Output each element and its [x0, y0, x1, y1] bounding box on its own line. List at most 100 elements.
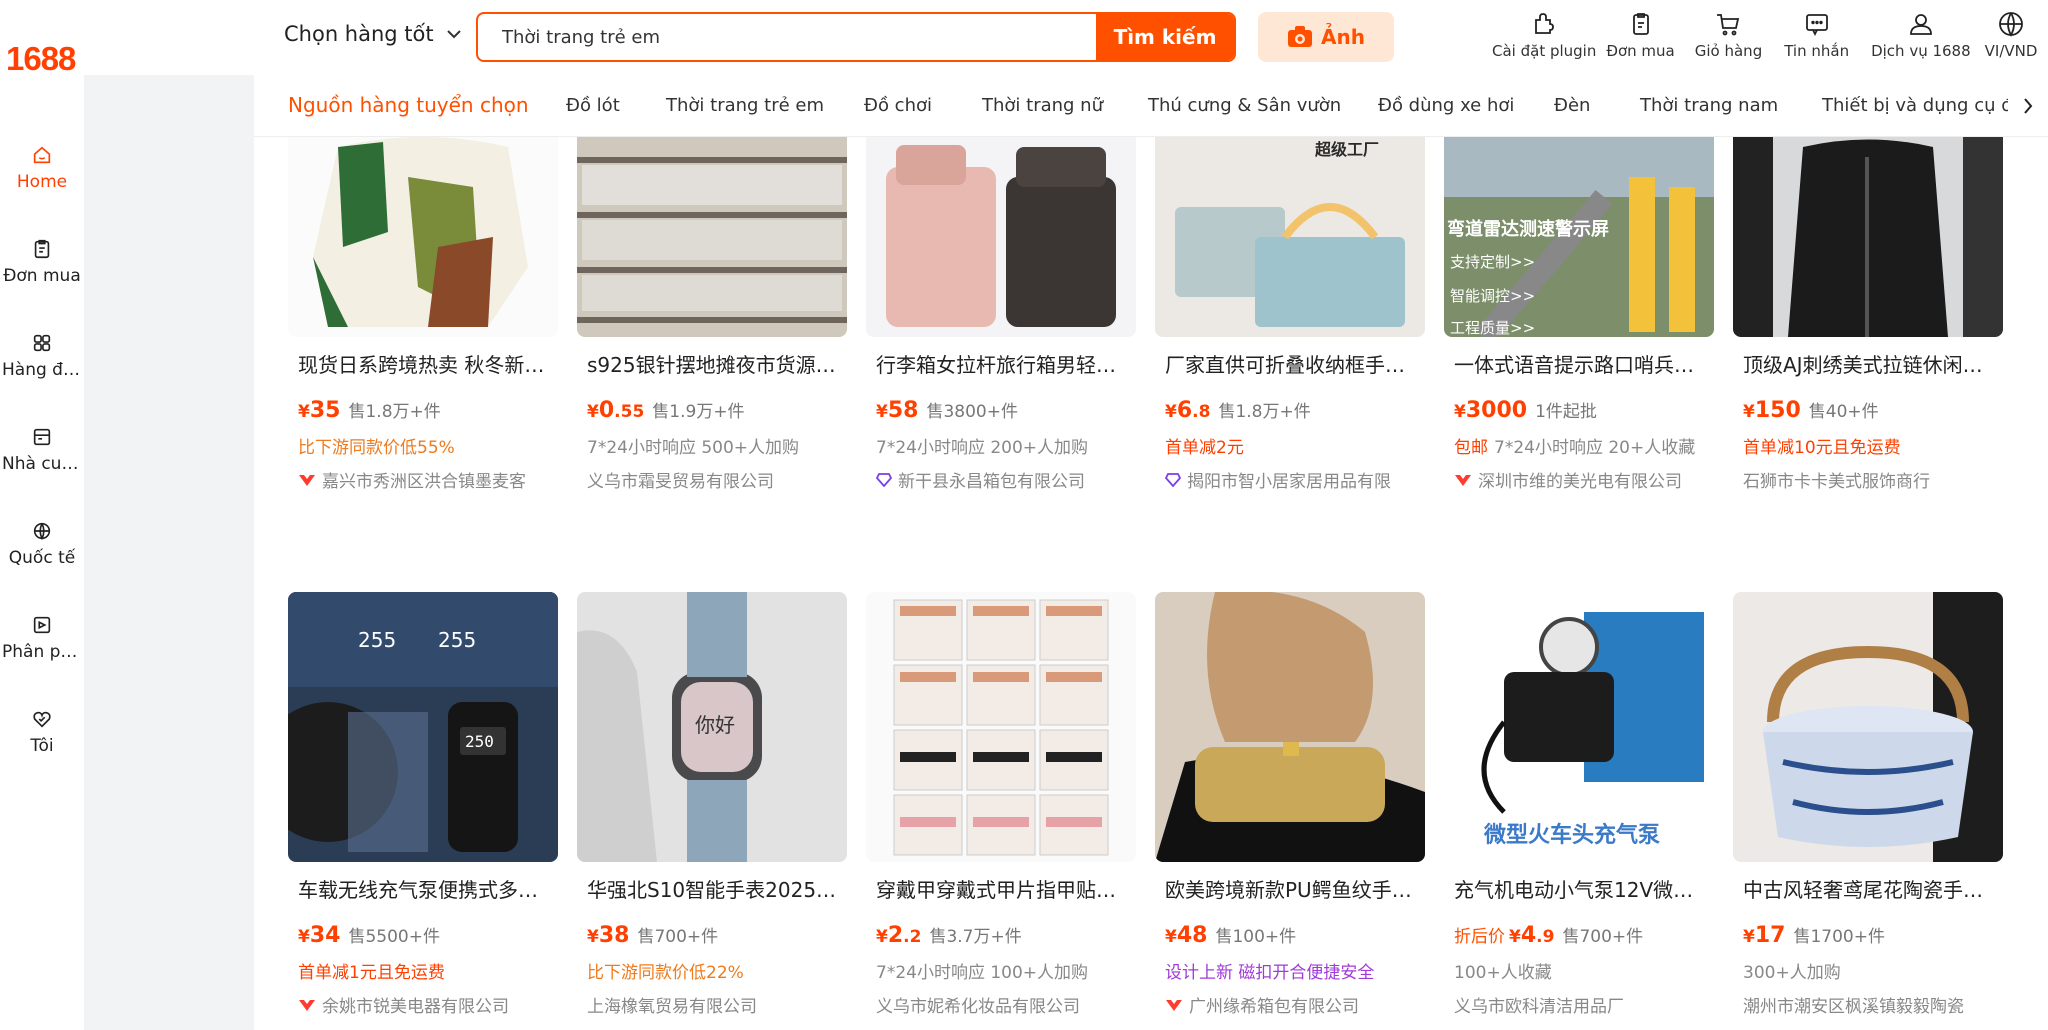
sidebar-item-label: Home	[16, 172, 68, 192]
product-card[interactable]: 255 255 250	[288, 592, 558, 862]
currency-symbol: ¥	[1743, 402, 1755, 422]
category-tab[interactable]: Đèn	[1554, 95, 1590, 116]
category-tab[interactable]: Đồ lót	[566, 95, 620, 116]
category-tab[interactable]: Thời trang nam	[1640, 95, 1778, 116]
seller-name[interactable]: 义乌市欧科清洁用品厂	[1454, 992, 1720, 1017]
product-image[interactable]	[866, 592, 1136, 862]
seller-name[interactable]: 嘉兴市秀洲区洪合镇墨麦客	[298, 467, 564, 492]
product-title[interactable]: 华强北S10智能手表2025新款	[587, 874, 845, 903]
product-image[interactable]: 你好	[577, 592, 847, 862]
header-action-label: Đơn mua	[1606, 42, 1675, 60]
product-image[interactable]: 255 255 250	[288, 592, 558, 862]
product-card[interactable]	[866, 137, 1136, 337]
sold-count: 售5500+件	[348, 927, 440, 947]
sidebar-item-label: Hàng đã xem	[2, 360, 84, 380]
currency-symbol: ¥	[1509, 927, 1521, 947]
seller-label: 潮州市潮安区枫溪镇毅毅陶瓷	[1743, 997, 1964, 1017]
product-image[interactable]	[1733, 137, 2003, 337]
promo-text: 首单减1元且免运费	[298, 963, 445, 983]
product-title[interactable]: 中古风轻奢鸢尾花陶瓷手提篮	[1743, 874, 2001, 903]
product-title[interactable]: 行李箱女拉杆旅行箱男轻便密码箱	[876, 349, 1134, 378]
category-tab[interactable]: Thời trang trẻ em	[666, 95, 824, 116]
product-title[interactable]: 一体式语音提示路口哨兵预警系统	[1454, 349, 1712, 378]
seller-name[interactable]: 潮州市潮安区枫溪镇毅毅陶瓷	[1743, 992, 2009, 1017]
sidebar-item-viewed[interactable]: Hàng đã xem	[0, 332, 84, 380]
camera-icon	[1288, 26, 1313, 47]
language-currency-link[interactable]: VI/VND	[1985, 10, 2037, 70]
product-card[interactable]	[288, 137, 558, 337]
product-title[interactable]: 欧美跨境新款PU鳄鱼纹手拿包	[1165, 874, 1423, 903]
sidebar-item-distribution[interactable]: Phân phối	[0, 614, 84, 662]
sidebar-item-orders[interactable]: Đơn mua	[0, 238, 84, 286]
product-image[interactable]	[1155, 592, 1425, 862]
seller-label: 义乌市欧科清洁用品厂	[1454, 997, 1624, 1017]
seller-badge-icon	[299, 474, 315, 486]
product-image[interactable]: 微型火车头充气泵	[1444, 592, 1714, 862]
product-title[interactable]: 充气机电动小气泵12V微型打气	[1454, 874, 1712, 903]
category-tab[interactable]: Thiết bị và dụng cụ đo	[1822, 95, 2024, 116]
product-image[interactable]: 超级工厂	[1155, 137, 1425, 337]
category-tab[interactable]: Đồ dùng xe hơi	[1378, 95, 1514, 116]
product-card[interactable]	[866, 592, 1136, 862]
product-title[interactable]: 现货日系跨境热卖 秋冬新款男士毛衣	[298, 349, 556, 378]
price-line: ¥38 售700+件	[587, 922, 718, 948]
seller-name[interactable]: 广州缘希箱包有限公司	[1165, 992, 1431, 1017]
product-card[interactable]	[577, 137, 847, 337]
product-image[interactable]	[1733, 592, 2003, 862]
seller-name[interactable]: 新干县永昌箱包有限公司	[876, 467, 1142, 492]
seller-name[interactable]: 石狮市卡卡美式服饰商行	[1743, 467, 2009, 492]
seller-label: 义乌市霜旻贸易有限公司	[587, 472, 774, 492]
header-actions: Cài đặt plugin Đơn mua Giỏ hàng Tin nhắn…	[1492, 10, 2037, 70]
product-title[interactable]: 车载无线充气泵便携式多功能	[298, 874, 556, 903]
header-orders-link[interactable]: Đơn mua	[1606, 10, 1675, 70]
product-image[interactable]	[866, 137, 1136, 337]
search-button[interactable]: Tìm kiếm	[1096, 14, 1234, 60]
sidebar-item-suppliers[interactable]: Nhà cung cấp	[0, 426, 84, 474]
category-nav: Nguồn hàng tuyển chọn Đồ lót Thời trang …	[254, 75, 2048, 137]
seller-name[interactable]: 义乌市霜旻贸易有限公司	[587, 467, 853, 492]
seller-name[interactable]: 上海橡氧贸易有限公司	[587, 992, 853, 1017]
store-icon	[33, 428, 51, 446]
seller-name[interactable]: 义乌市妮希化妆品有限公司	[876, 992, 1142, 1017]
product-card[interactable]: 微型火车头充气泵	[1444, 592, 1714, 862]
plugin-settings-link[interactable]: Cài đặt plugin	[1492, 10, 1596, 70]
product-card[interactable]	[1733, 137, 2003, 337]
messages-link[interactable]: Tin nhắn	[1784, 10, 1849, 70]
category-dropdown[interactable]: Chọn hàng tốt	[284, 22, 462, 46]
price-line: ¥17 售1700+件	[1743, 922, 1885, 948]
search-input[interactable]	[478, 14, 1098, 60]
product-image[interactable]	[577, 137, 847, 337]
svg-text:超级工厂: 超级工厂	[1314, 140, 1379, 159]
sidebar-item-international[interactable]: Quốc tế	[0, 520, 84, 568]
product-card[interactable]	[1733, 592, 2003, 862]
seller-name[interactable]: 揭阳市智小居家居用品有限	[1165, 467, 1431, 492]
category-nav-next-button[interactable]	[2008, 75, 2048, 136]
promo-text: 首单减10元且免运费	[1743, 438, 1901, 458]
seller-name[interactable]: 深圳市维的美光电有限公司	[1454, 467, 1720, 492]
sidebar-item-home[interactable]: Home	[0, 144, 84, 192]
product-card[interactable]: 弯道雷达测速警示屏 支持定制>> 智能调控>> 工程质量>>	[1444, 137, 1714, 337]
category-tab-featured[interactable]: Nguồn hàng tuyển chọn	[288, 93, 529, 117]
cart-link[interactable]: Giỏ hàng	[1695, 10, 1762, 70]
product-title[interactable]: 穿戴甲穿戴式甲片指甲贴成品	[876, 874, 1134, 903]
category-tab[interactable]: Thời trang nữ	[982, 95, 1103, 116]
sidebar-item-me[interactable]: Tôi	[0, 708, 84, 756]
category-tab[interactable]: Đồ chơi	[864, 95, 932, 116]
product-title[interactable]: 厂家直供可折叠收纳框手提篮	[1165, 349, 1423, 378]
product-card[interactable]: 你好	[577, 592, 847, 862]
product-title[interactable]: 顶级AJ刺绣美式拉链休闲夹克	[1743, 349, 2001, 378]
product-card[interactable]	[1155, 592, 1425, 862]
account-link[interactable]: Dịch vụ 1688	[1871, 10, 1971, 70]
site-logo[interactable]: 1688	[6, 40, 76, 78]
sold-count: 售1700+件	[1793, 927, 1885, 947]
category-tab[interactable]: Thú cưng & Sân vườn	[1148, 95, 1341, 116]
seller-label: 余姚市锐美电器有限公司	[322, 997, 509, 1017]
seller-badge-icon	[299, 999, 315, 1011]
product-image[interactable]	[288, 137, 558, 337]
currency-symbol: ¥	[1165, 927, 1177, 947]
seller-name[interactable]: 余姚市锐美电器有限公司	[298, 992, 564, 1017]
image-search-button[interactable]: Ảnh	[1258, 12, 1394, 62]
product-title[interactable]: s925银针摆地摊夜市货源耳环	[587, 349, 845, 378]
product-card[interactable]: 超级工厂	[1155, 137, 1425, 337]
product-image[interactable]: 弯道雷达测速警示屏 支持定制>> 智能调控>> 工程质量>>	[1444, 137, 1714, 337]
